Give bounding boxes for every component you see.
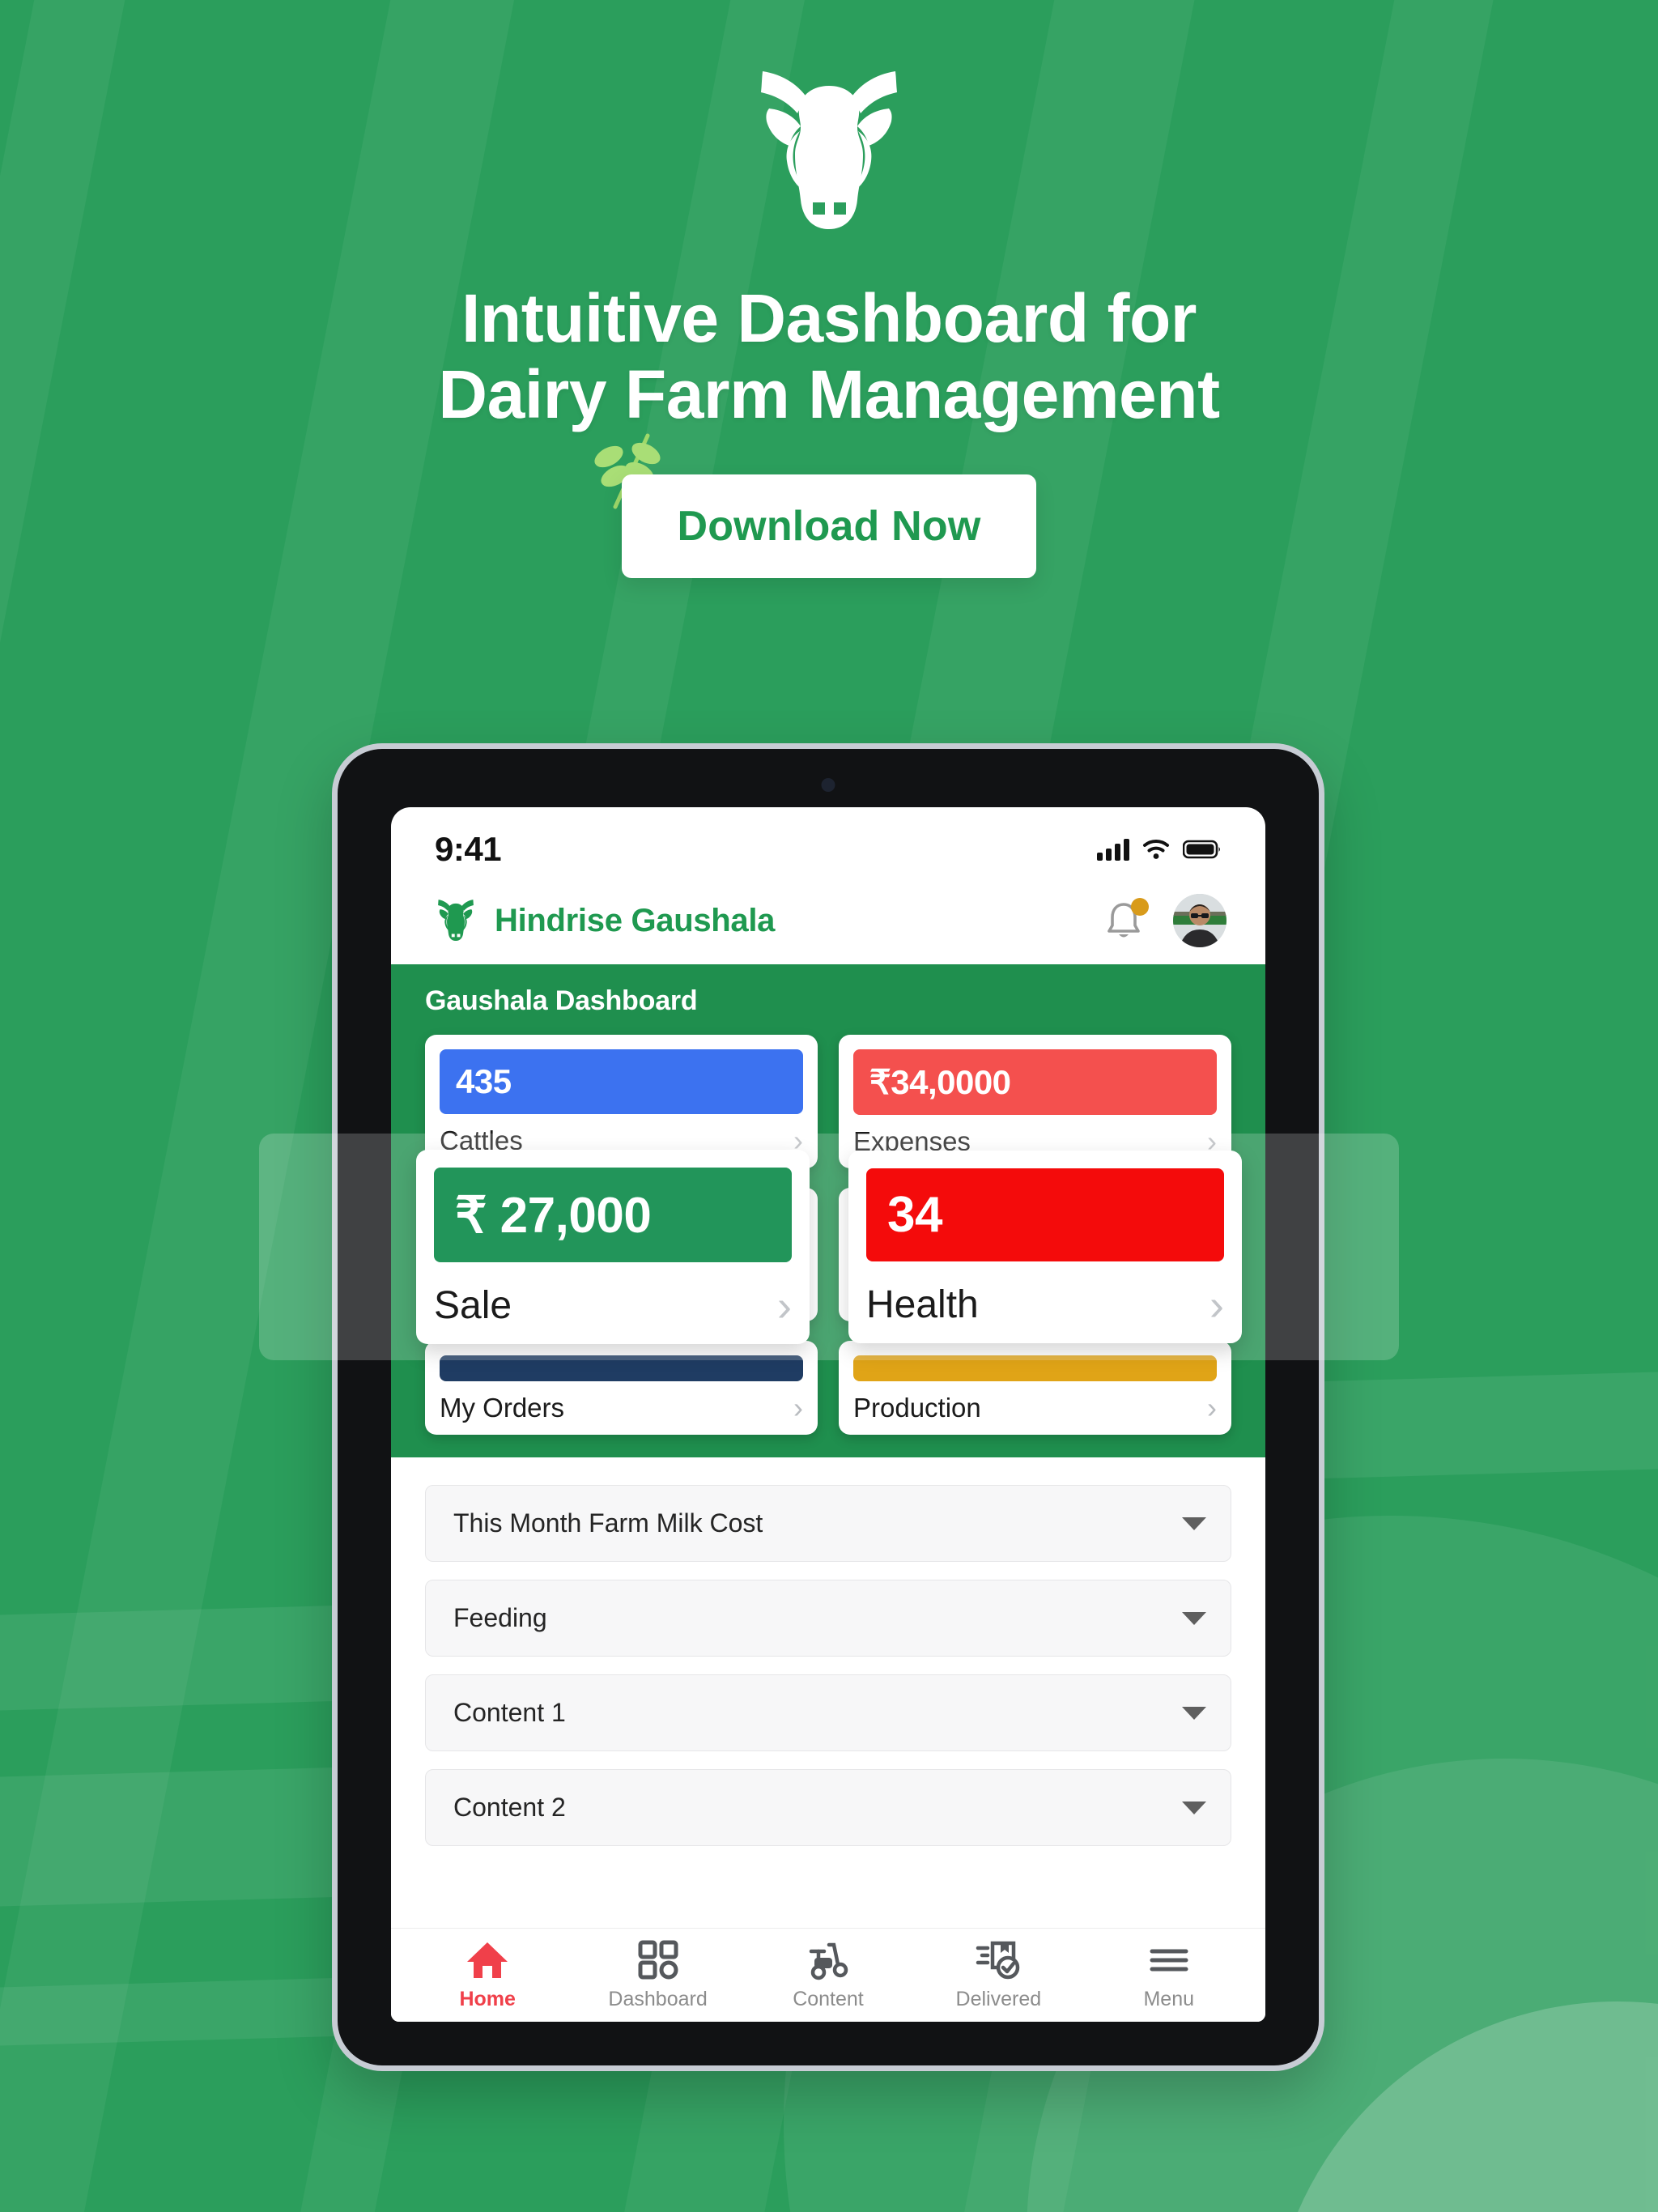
cloud-icon [0, 850, 219, 972]
chevron-right-icon: › [1207, 1391, 1217, 1424]
chevron-right-icon: › [793, 1391, 803, 1424]
zoomed-card-label: Health [866, 1283, 979, 1326]
nav-label: Content [793, 1987, 864, 2010]
chevron-down-icon [1182, 1801, 1206, 1814]
accordion-list: This Month Farm Milk Cost Feeding Conten… [391, 1457, 1265, 1976]
front-camera-icon [821, 778, 835, 792]
accordion-label: This Month Farm Milk Cost [453, 1508, 763, 1538]
download-now-button[interactable]: Download Now [622, 474, 1036, 579]
nav-label: Delivered [955, 1987, 1042, 2010]
nav-label: Menu [1143, 1987, 1195, 2010]
cellular-signal-icon [1097, 838, 1129, 861]
chevron-down-icon [1182, 1611, 1206, 1625]
zoom-highlight-overlay: ₹ 27,000 Sale › 34 Health › [259, 1134, 1399, 1360]
home-icon [467, 1942, 508, 1978]
stat-value: 435 [440, 1049, 803, 1114]
chevron-down-icon [1182, 1516, 1206, 1530]
grid-icon [638, 1940, 678, 1979]
brand-name: Hindrise Gaushala [495, 902, 776, 938]
accordion-item-content-2[interactable]: Content 2 [425, 1769, 1231, 1846]
nav-item-home[interactable]: Home [412, 1940, 563, 2011]
headline-line-2: Dairy Farm Management [438, 356, 1220, 433]
accordion-item-content-1[interactable]: Content 1 [425, 1674, 1231, 1751]
chevron-down-icon [1182, 1706, 1206, 1720]
wifi-icon [1143, 839, 1169, 859]
app-brand[interactable]: Hindrise Gaushala [430, 896, 1105, 945]
nav-label: Dashboard [608, 1987, 708, 2010]
chevron-right-icon: › [777, 1281, 792, 1330]
nav-item-delivered[interactable]: Delivered [923, 1940, 1073, 2011]
cow-head-icon [438, 900, 474, 942]
accordion-label: Feeding [453, 1603, 547, 1632]
accordion-label: Content 1 [453, 1698, 566, 1727]
hamburger-icon [1150, 1949, 1188, 1971]
notification-bell-button[interactable] [1105, 898, 1149, 942]
accordion-label: Content 2 [453, 1793, 566, 1822]
nav-item-dashboard[interactable]: Dashboard [583, 1940, 733, 2011]
stat-label: My Orders [440, 1393, 565, 1423]
headline-line-1: Intuitive Dashboard for [461, 280, 1197, 356]
scooter-icon [809, 1942, 848, 1980]
status-icons [1097, 838, 1222, 861]
nav-item-content[interactable]: Content [753, 1940, 903, 2011]
avatar-photo [1173, 894, 1226, 947]
stat-value: ₹34,0000 [853, 1049, 1217, 1115]
battery-full-icon [1183, 840, 1220, 859]
nav-item-menu[interactable]: Menu [1094, 1940, 1244, 2011]
tablet-device-mockup: 9:41 Hindrise Gaushala Gaushala Dashboar… [332, 743, 1324, 2071]
app-header: Hindrise Gaushala [391, 877, 1265, 964]
dashboard-title: Gaushala Dashboard [425, 985, 698, 1016]
status-bar: 9:41 [391, 807, 1265, 877]
chevron-right-icon: › [1209, 1280, 1224, 1329]
stat-label: Production [853, 1393, 981, 1423]
cta-wrapper: Download Now [594, 433, 1036, 579]
device-screen: 9:41 Hindrise Gaushala Gaushala Dashboar… [391, 807, 1265, 2022]
accordion-item-feeding[interactable]: Feeding [425, 1580, 1231, 1657]
zoomed-card-sale[interactable]: ₹ 27,000 Sale › [416, 1150, 810, 1344]
accordion-item-milk-cost[interactable]: This Month Farm Milk Cost [425, 1485, 1231, 1562]
zoomed-card-footer: Health › [866, 1283, 1224, 1327]
zoomed-card-label: Sale [434, 1284, 512, 1327]
status-clock: 9:41 [435, 830, 502, 868]
stat-footer: My Orders › [440, 1393, 803, 1423]
user-avatar[interactable] [1173, 894, 1226, 947]
page-title: Intuitive Dashboard for Dairy Farm Manag… [0, 280, 1658, 432]
stat-footer: Production › [853, 1393, 1217, 1423]
package-check-icon [976, 1941, 1020, 1979]
bottom-navigation-bar: Home Dashboard Content Delivered Menu [391, 1928, 1265, 2022]
cow-head-icon [761, 71, 897, 229]
zoomed-card-health[interactable]: 34 Health › [848, 1151, 1242, 1343]
notification-badge [1131, 898, 1149, 916]
zoomed-card-value: 34 [866, 1168, 1224, 1261]
zoomed-card-footer: Sale › [434, 1283, 792, 1328]
app-header-actions [1105, 894, 1226, 947]
zoomed-card-value: ₹ 27,000 [434, 1168, 792, 1262]
hero-section: Intuitive Dashboard for Dairy Farm Manag… [0, 0, 1658, 579]
nav-label: Home [459, 1987, 516, 2010]
